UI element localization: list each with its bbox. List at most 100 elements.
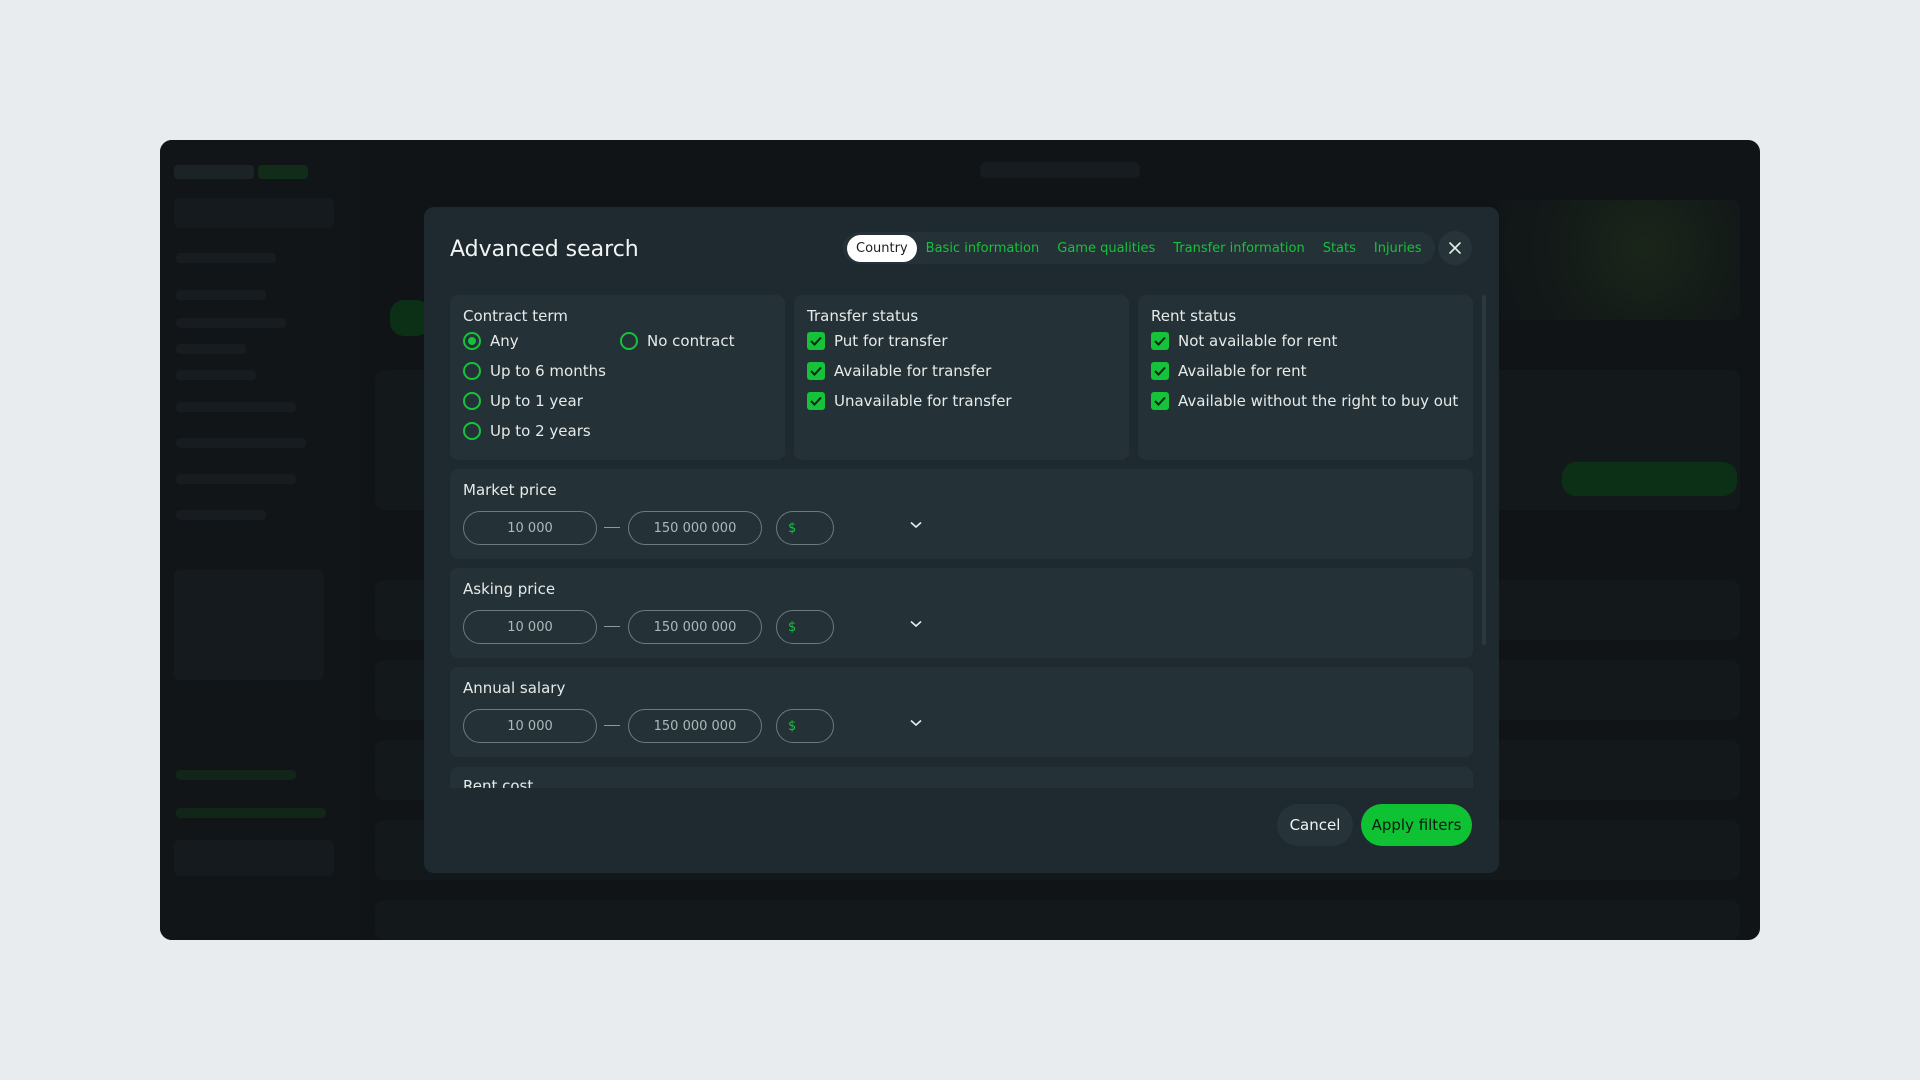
background-line (176, 510, 266, 520)
tab-game-qualities[interactable]: Game qualities (1048, 235, 1164, 262)
radio-unchecked-icon (620, 332, 638, 350)
radio-up-to-6-months[interactable]: Up to 6 months (463, 361, 620, 381)
market-price-currency-select[interactable]: $ (776, 511, 834, 545)
tab-transfer-information[interactable]: Transfer information (1164, 235, 1313, 262)
tab-country[interactable]: Country (847, 234, 917, 262)
background-line (176, 770, 296, 780)
filter-tabs: Country Basic information Game qualities… (843, 232, 1435, 264)
checkmark-icon (807, 332, 825, 350)
market-price-card: Market price $ (450, 469, 1473, 559)
close-button[interactable] (1438, 231, 1472, 265)
tab-injuries[interactable]: Injuries (1365, 235, 1431, 262)
background-block (174, 198, 334, 228)
rent-status-card: Rent status Not available for rent Avail… (1138, 295, 1473, 460)
checkbox-put-for-transfer[interactable]: Put for transfer (807, 331, 1116, 351)
background-button (1562, 462, 1737, 496)
market-price-heading: Market price (463, 481, 557, 499)
background-line (176, 370, 256, 380)
apply-filters-button[interactable]: Apply filters (1361, 804, 1472, 846)
checkmark-icon (1151, 392, 1169, 410)
rent-cost-card: Rent cost (450, 767, 1473, 788)
radio-label: Any (490, 332, 519, 350)
radio-up-to-1-year[interactable]: Up to 1 year (463, 391, 620, 411)
checkmark-icon (807, 362, 825, 380)
asking-price-heading: Asking price (463, 580, 556, 598)
annual-salary-currency-select[interactable]: $ (776, 709, 834, 743)
checkmark-icon (1151, 362, 1169, 380)
background-line (176, 318, 286, 328)
chevron-down-icon[interactable] (910, 521, 922, 529)
background-line (176, 290, 266, 300)
asking-price-currency-select[interactable]: $ (776, 610, 834, 644)
checkbox-unavailable-for-transfer[interactable]: Unavailable for transfer (807, 391, 1116, 411)
close-icon (1449, 242, 1461, 254)
range-separator (604, 725, 620, 726)
transfer-status-options: Put for transfer Available for transfer … (807, 331, 1116, 411)
contract-term-card: Contract term Any No contract Up to 6 mo… (450, 295, 785, 460)
background-line (176, 253, 276, 263)
radio-up-to-2-years[interactable]: Up to 2 years (463, 421, 620, 441)
annual-salary-heading: Annual salary (463, 679, 566, 697)
tab-stats[interactable]: Stats (1314, 235, 1365, 262)
annual-salary-to-input[interactable] (628, 709, 762, 743)
asking-price-from-input[interactable] (463, 610, 597, 644)
rent-cost-heading: Rent cost (463, 777, 534, 788)
transfer-status-heading: Transfer status (807, 307, 919, 325)
background-line (176, 808, 326, 818)
radio-checked-icon (463, 332, 481, 350)
background-title (980, 162, 1140, 178)
checkbox-available-for-transfer[interactable]: Available for transfer (807, 361, 1116, 381)
chevron-down-icon[interactable] (910, 719, 922, 727)
radio-label: Up to 1 year (490, 392, 583, 410)
checkbox-available-for-rent[interactable]: Available for rent (1151, 361, 1460, 381)
background-logo (174, 160, 308, 185)
background-line (176, 438, 306, 448)
background-sidebar (160, 140, 360, 940)
range-separator (604, 626, 620, 627)
radio-label: Up to 6 months (490, 362, 606, 380)
market-price-to-input[interactable] (628, 511, 762, 545)
rent-status-options: Not available for rent Available for ren… (1151, 331, 1460, 411)
background-block (174, 570, 324, 680)
radio-unchecked-icon (463, 362, 481, 380)
annual-salary-card: Annual salary $ (450, 667, 1473, 757)
tab-basic-information[interactable]: Basic information (917, 235, 1049, 262)
contract-term-options: Any No contract Up to 6 months Up to 1 y… (463, 331, 772, 441)
filters-content: Contract term Any No contract Up to 6 mo… (450, 295, 1473, 788)
radio-unchecked-icon (463, 392, 481, 410)
scrollbar[interactable] (1482, 295, 1486, 645)
market-price-from-input[interactable] (463, 511, 597, 545)
background-line (176, 402, 296, 412)
background-block (174, 840, 334, 876)
checkbox-label: Available for rent (1178, 362, 1307, 380)
checkbox-label: Unavailable for transfer (834, 392, 1012, 410)
checkbox-available-without-buyout[interactable]: Available without the right to buy out (1151, 391, 1460, 411)
asking-price-to-input[interactable] (628, 610, 762, 644)
contract-term-heading: Contract term (463, 307, 568, 325)
checkbox-not-available-for-rent[interactable]: Not available for rent (1151, 331, 1460, 351)
radio-label: Up to 2 years (490, 422, 591, 440)
radio-label: No contract (647, 332, 735, 350)
checkmark-icon (807, 392, 825, 410)
rent-status-heading: Rent status (1151, 307, 1237, 325)
background-map (1500, 200, 1740, 320)
checkbox-label: Not available for rent (1178, 332, 1338, 350)
checkmark-icon (1151, 332, 1169, 350)
radio-any[interactable]: Any (463, 331, 620, 351)
cancel-button[interactable]: Cancel (1277, 804, 1353, 846)
radio-unchecked-icon (463, 422, 481, 440)
transfer-status-card: Transfer status Put for transfer Availab… (794, 295, 1129, 460)
annual-salary-from-input[interactable] (463, 709, 597, 743)
background-line (176, 344, 246, 354)
background-line (176, 474, 296, 484)
chevron-down-icon[interactable] (910, 620, 922, 628)
radio-no-contract[interactable]: No contract (620, 331, 760, 351)
checkbox-label: Available without the right to buy out (1178, 392, 1459, 410)
range-separator (604, 527, 620, 528)
asking-price-card: Asking price $ (450, 568, 1473, 658)
modal-title: Advanced search (450, 237, 639, 262)
checkbox-label: Put for transfer (834, 332, 948, 350)
advanced-search-modal: Advanced search Country Basic informatio… (424, 207, 1499, 873)
checkbox-label: Available for transfer (834, 362, 992, 380)
background-row (375, 900, 1740, 940)
